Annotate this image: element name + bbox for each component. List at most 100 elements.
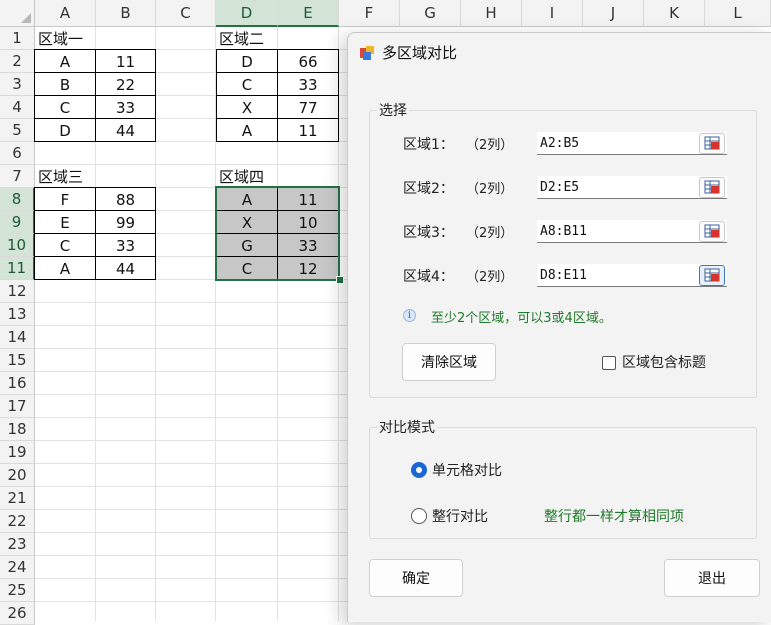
include-header-checkbox[interactable] <box>602 356 616 370</box>
column-header-k[interactable]: K <box>644 0 705 27</box>
range-select-icon <box>704 180 720 194</box>
row-header[interactable]: 5 <box>0 119 35 142</box>
include-header-label[interactable]: 区域包含标题 <box>622 352 706 372</box>
row-header[interactable]: 21 <box>0 487 35 510</box>
app-icon <box>360 46 374 60</box>
row-header[interactable]: 4 <box>0 96 35 119</box>
column-header-d[interactable]: D <box>216 0 278 27</box>
column-header-l[interactable]: L <box>705 0 771 27</box>
column-header-j[interactable]: J <box>583 0 644 27</box>
cell[interactable]: 77 <box>278 96 338 119</box>
row-header[interactable]: 8 <box>0 188 35 211</box>
row-header[interactable]: 24 <box>0 556 35 579</box>
row-header[interactable]: 14 <box>0 326 35 349</box>
cell[interactable]: 33 <box>96 96 155 119</box>
selection-border[interactable] <box>215 186 340 281</box>
row-header[interactable]: 25 <box>0 579 35 602</box>
row-header[interactable]: 11 <box>0 257 35 280</box>
region3-title[interactable]: 区域三 <box>35 165 155 188</box>
cell[interactable]: F <box>35 188 95 211</box>
range-select-icon <box>704 136 720 150</box>
region1-title[interactable]: 区域一 <box>35 27 155 50</box>
row-header[interactable]: 13 <box>0 303 35 326</box>
region3-hint: （2列） <box>466 226 514 241</box>
range-select-icon <box>704 268 720 282</box>
cell[interactable]: 33 <box>278 73 338 96</box>
column-header-g[interactable]: G <box>400 0 461 27</box>
region3-pick-button[interactable] <box>699 221 725 242</box>
row-header[interactable]: 3 <box>0 73 35 96</box>
column-header-a[interactable]: A <box>35 0 96 27</box>
mode-cell-label[interactable]: 单元格对比 <box>432 460 502 480</box>
ok-button[interactable]: 确定 <box>369 559 463 597</box>
cell[interactable]: D <box>35 119 95 142</box>
row-header[interactable]: 26 <box>0 602 35 625</box>
row-header[interactable]: 1 <box>0 27 35 50</box>
cell[interactable]: 11 <box>278 119 338 142</box>
column-header-e[interactable]: E <box>278 0 339 27</box>
row-header[interactable]: 23 <box>0 533 35 556</box>
cell[interactable]: C <box>35 96 95 119</box>
cell[interactable]: 11 <box>96 50 155 73</box>
clear-regions-button[interactable]: 清除区域 <box>402 343 496 381</box>
cell[interactable]: 88 <box>96 188 155 211</box>
row-header[interactable]: 12 <box>0 280 35 303</box>
column-header-f[interactable]: F <box>339 0 400 27</box>
region4-title[interactable]: 区域四 <box>216 165 338 188</box>
cell[interactable]: E <box>35 211 95 234</box>
cell[interactable]: 33 <box>96 234 155 257</box>
region4-label: 区域4： <box>403 269 454 285</box>
region2-label: 区域2： <box>403 181 454 197</box>
region1-pick-button[interactable] <box>699 133 725 154</box>
row-header[interactable]: 22 <box>0 510 35 533</box>
cell[interactable]: 22 <box>96 73 155 96</box>
cell[interactable]: 44 <box>96 119 155 142</box>
compare-dialog: 多区域对比 选择 区域1： （2列） A2:B5 区域2： （2列） D2:E5… <box>347 32 771 622</box>
fill-handle[interactable] <box>336 276 344 284</box>
select-all-corner[interactable] <box>0 0 35 27</box>
column-header-b[interactable]: B <box>96 0 156 27</box>
region4-pick-button[interactable] <box>699 265 725 286</box>
row-header[interactable]: 17 <box>0 395 35 418</box>
row-header[interactable]: 16 <box>0 372 35 395</box>
row-header[interactable]: 7 <box>0 165 35 188</box>
cell[interactable]: D <box>217 50 277 73</box>
mode-row-label[interactable]: 整行对比 <box>432 506 488 526</box>
region2-pick-button[interactable] <box>699 177 725 198</box>
row-header[interactable]: 15 <box>0 349 35 372</box>
info-icon: i <box>403 309 416 322</box>
select-group-label: 选择 <box>377 100 409 120</box>
cell[interactable]: X <box>217 96 277 119</box>
region2-title[interactable]: 区域二 <box>216 27 338 50</box>
row-header[interactable]: 6 <box>0 142 35 165</box>
row-header[interactable]: 18 <box>0 418 35 441</box>
cell[interactable]: B <box>35 73 95 96</box>
cell[interactable]: A <box>35 50 95 73</box>
cell[interactable]: 44 <box>96 257 155 280</box>
range-select-icon <box>704 224 720 238</box>
row-header[interactable]: 19 <box>0 441 35 464</box>
cell[interactable]: C <box>217 73 277 96</box>
row-header[interactable]: 20 <box>0 464 35 487</box>
region3-label: 区域3： <box>403 225 454 241</box>
row-header[interactable]: 10 <box>0 234 35 257</box>
row-header[interactable]: 9 <box>0 211 35 234</box>
cell[interactable]: 99 <box>96 211 155 234</box>
column-header-c[interactable]: C <box>156 0 216 27</box>
column-header-i[interactable]: I <box>522 0 583 27</box>
info-text: 至少2个区域，可以3或4区域。 <box>431 311 612 326</box>
cell[interactable]: 66 <box>278 50 338 73</box>
mode-row-radio[interactable] <box>411 508 427 524</box>
mode-cell-radio[interactable] <box>411 462 427 478</box>
cell[interactable]: A <box>217 119 277 142</box>
mode-group-label: 对比模式 <box>377 417 437 437</box>
cell[interactable]: C <box>35 234 95 257</box>
column-header-h[interactable]: H <box>461 0 522 27</box>
row-header[interactable]: 2 <box>0 50 35 73</box>
region1-label: 区域1： <box>403 137 454 153</box>
cell[interactable]: A <box>35 257 95 280</box>
dialog-title: 多区域对比 <box>382 44 458 62</box>
region4-hint: （2列） <box>466 270 514 285</box>
exit-button[interactable]: 退出 <box>664 559 760 597</box>
region2-hint: （2列） <box>466 182 514 197</box>
